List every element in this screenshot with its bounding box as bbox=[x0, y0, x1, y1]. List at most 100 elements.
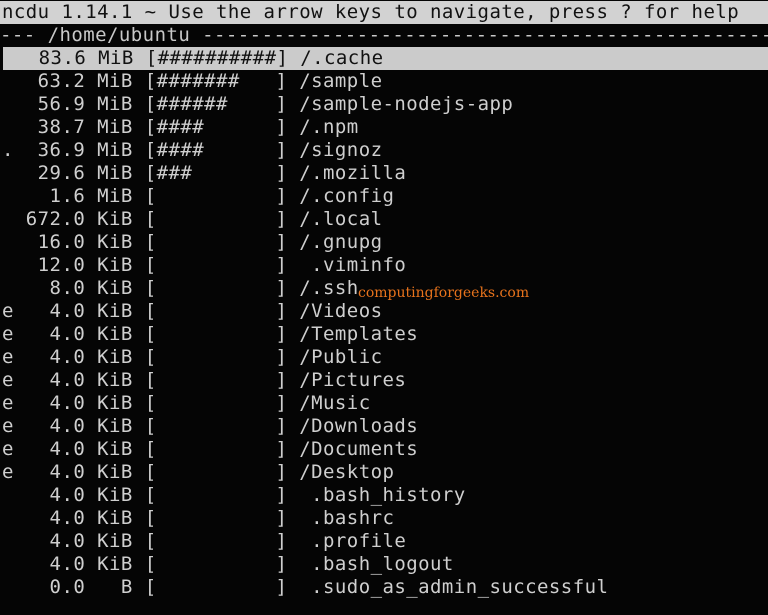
list-item[interactable]: . 36.9 MiB [#### ] /signoz bbox=[0, 139, 768, 162]
item-flag: . bbox=[2, 139, 26, 161]
item-unit: MiB bbox=[97, 185, 145, 207]
item-unit: KiB bbox=[97, 254, 145, 276]
item-size: 4.0 bbox=[25, 553, 98, 575]
item-flag: e bbox=[2, 438, 26, 460]
list-item[interactable]: 0.0 B [ ] .sudo_as_admin_successful bbox=[0, 576, 768, 599]
item-size: 4.0 bbox=[25, 369, 98, 391]
item-name: /signoz bbox=[299, 139, 383, 161]
header-dashes-right: ----------------------------------------… bbox=[190, 24, 768, 46]
list-item[interactable]: e 4.0 KiB [ ] /Public bbox=[0, 346, 768, 369]
item-size: 4.0 bbox=[25, 438, 98, 460]
item-unit: KiB bbox=[97, 484, 145, 506]
item-unit: KiB bbox=[97, 438, 145, 460]
item-unit: KiB bbox=[97, 415, 145, 437]
list-item[interactable]: 4.0 KiB [ ] .bash_logout bbox=[0, 553, 768, 576]
item-flag: e bbox=[2, 300, 26, 322]
list-item[interactable]: 4.0 KiB [ ] .bash_history bbox=[0, 484, 768, 507]
item-name: .bash_history bbox=[299, 484, 466, 506]
list-item[interactable]: e 4.0 KiB [ ] /Templates bbox=[0, 323, 768, 346]
list-item[interactable]: 63.2 MiB [####### ] /sample bbox=[0, 70, 768, 93]
item-unit: KiB bbox=[97, 553, 145, 575]
list-item[interactable]: 29.6 MiB [### ] /.mozilla bbox=[0, 162, 768, 185]
item-size: 8.0 bbox=[25, 277, 98, 299]
item-name: /Desktop bbox=[299, 461, 395, 483]
list-item[interactable]: 672.0 KiB [ ] /.local bbox=[0, 208, 768, 231]
current-path: /home/ubuntu bbox=[47, 24, 191, 46]
item-bar: [ ] bbox=[144, 461, 300, 483]
list-item[interactable]: e 4.0 KiB [ ] /Desktop bbox=[0, 461, 768, 484]
item-name: .profile bbox=[299, 530, 407, 552]
item-flag: e bbox=[2, 323, 26, 345]
item-bar: [ ] bbox=[144, 530, 300, 552]
item-name: /sample bbox=[299, 70, 383, 92]
item-flag bbox=[2, 576, 26, 598]
item-size: 4.0 bbox=[25, 484, 98, 506]
item-size: 4.0 bbox=[25, 300, 98, 322]
item-unit: MiB bbox=[97, 70, 145, 92]
item-name: .sudo_as_admin_successful bbox=[299, 576, 609, 598]
item-bar: [### ] bbox=[144, 162, 300, 184]
header-dashes-left: --- bbox=[0, 24, 48, 46]
item-size: 4.0 bbox=[25, 461, 98, 483]
title-bar: ncdu 1.14.1 ~ Use the arrow keys to navi… bbox=[0, 1, 768, 24]
item-unit: MiB bbox=[97, 139, 145, 161]
list-item[interactable]: 1.6 MiB [ ] /.config bbox=[0, 185, 768, 208]
item-flag bbox=[2, 484, 26, 506]
item-bar: [ ] bbox=[144, 254, 300, 276]
item-size: 56.9 bbox=[25, 93, 98, 115]
item-bar: [ ] bbox=[144, 208, 300, 230]
item-flag bbox=[2, 507, 26, 529]
path-header: --- /home/ubuntu -----------------------… bbox=[0, 24, 768, 47]
item-bar: [###### ] bbox=[144, 93, 300, 115]
item-bar: [ ] bbox=[144, 185, 300, 207]
list-item[interactable]: e 4.0 KiB [ ] /Documents bbox=[0, 438, 768, 461]
item-name: .bash_logout bbox=[299, 553, 454, 575]
item-name: /Templates bbox=[299, 323, 419, 345]
file-list[interactable]: 83.6 MiB [##########] /.cache 63.2 MiB [… bbox=[0, 47, 768, 599]
item-bar: [#### ] bbox=[144, 116, 300, 138]
item-flag bbox=[2, 530, 26, 552]
list-item[interactable]: 4.0 KiB [ ] .bashrc bbox=[0, 507, 768, 530]
item-name: /sample-nodejs-app bbox=[299, 93, 514, 115]
item-size: 4.0 bbox=[25, 507, 98, 529]
item-bar: [ ] bbox=[144, 576, 300, 598]
item-unit: KiB bbox=[97, 461, 145, 483]
item-flag bbox=[2, 231, 26, 253]
list-item[interactable]: 4.0 KiB [ ] .profile bbox=[0, 530, 768, 553]
list-item[interactable]: 83.6 MiB [##########] /.cache bbox=[3, 47, 768, 70]
list-item[interactable]: e 4.0 KiB [ ] /Videos bbox=[0, 300, 768, 323]
list-item[interactable]: e 4.0 KiB [ ] /Pictures bbox=[0, 369, 768, 392]
item-unit: KiB bbox=[97, 507, 145, 529]
item-size: 4.0 bbox=[25, 392, 98, 414]
item-bar: [ ] bbox=[144, 438, 300, 460]
item-bar: [ ] bbox=[144, 484, 300, 506]
item-bar: [ ] bbox=[144, 553, 300, 575]
list-item[interactable]: e 4.0 KiB [ ] /Music bbox=[0, 392, 768, 415]
list-item[interactable]: e 4.0 KiB [ ] /Downloads bbox=[0, 415, 768, 438]
item-size: 4.0 bbox=[25, 530, 98, 552]
item-flag bbox=[2, 116, 26, 138]
item-flag bbox=[2, 254, 26, 276]
item-size: 0.0 bbox=[25, 576, 98, 598]
list-item[interactable]: 16.0 KiB [ ] /.gnupg bbox=[0, 231, 768, 254]
item-bar: [ ] bbox=[144, 415, 300, 437]
item-name: /Videos bbox=[299, 300, 383, 322]
list-item[interactable]: 12.0 KiB [ ] .viminfo bbox=[0, 254, 768, 277]
item-flag bbox=[2, 70, 26, 92]
item-unit: B bbox=[97, 576, 145, 598]
list-item[interactable]: 38.7 MiB [#### ] /.npm bbox=[0, 116, 768, 139]
item-name: /Documents bbox=[299, 438, 419, 460]
item-size: 36.9 bbox=[25, 139, 98, 161]
item-flag: e bbox=[2, 392, 26, 414]
item-name: /.cache bbox=[300, 47, 384, 69]
item-unit: KiB bbox=[97, 392, 145, 414]
item-size: 83.6 bbox=[26, 47, 99, 69]
item-size: 1.6 bbox=[25, 185, 98, 207]
item-size: 29.6 bbox=[25, 162, 98, 184]
item-bar: [ ] bbox=[144, 277, 300, 299]
item-flag bbox=[3, 47, 27, 69]
item-flag bbox=[2, 208, 26, 230]
list-item[interactable]: 56.9 MiB [###### ] /sample-nodejs-app bbox=[0, 93, 768, 116]
item-bar: [##########] bbox=[145, 47, 301, 69]
item-name: /.npm bbox=[299, 116, 359, 138]
